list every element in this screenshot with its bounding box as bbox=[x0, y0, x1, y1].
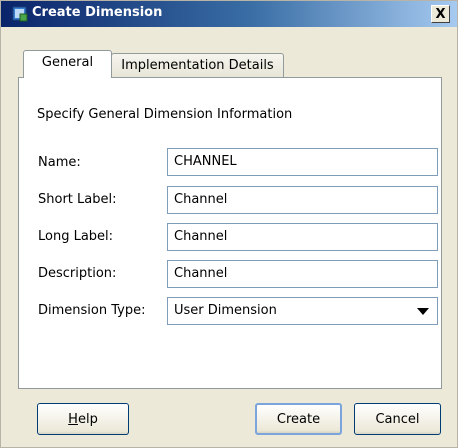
dimension-type-value: User Dimension bbox=[174, 303, 277, 318]
section-title: Specify General Dimension Information bbox=[37, 107, 293, 122]
description-label: Description: bbox=[38, 266, 117, 281]
window-title: Create Dimension bbox=[32, 5, 163, 20]
chevron-down-icon[interactable] bbox=[417, 308, 429, 315]
create-button-label: Create bbox=[276, 411, 321, 427]
create-dimension-dialog: Create Dimension X General Implementatio… bbox=[0, 0, 458, 448]
title-bar[interactable]: Create Dimension bbox=[1, 1, 457, 27]
name-label: Name: bbox=[38, 155, 81, 170]
dimension-type-select[interactable]: User Dimension bbox=[167, 297, 438, 325]
dimension-app-icon bbox=[12, 6, 28, 22]
long-label-label: Long Label: bbox=[38, 229, 114, 244]
dimension-type-label: Dimension Type: bbox=[38, 303, 146, 318]
short-label-field[interactable]: Channel bbox=[167, 186, 438, 214]
close-icon: X bbox=[435, 6, 446, 22]
help-button-label: Help bbox=[68, 411, 98, 427]
tab-general[interactable]: General bbox=[23, 50, 112, 78]
close-button[interactable]: X bbox=[431, 5, 450, 23]
short-label-label: Short Label: bbox=[38, 192, 117, 207]
name-field[interactable]: CHANNEL bbox=[167, 148, 438, 176]
cancel-button[interactable]: Cancel bbox=[354, 403, 441, 435]
cancel-button-label: Cancel bbox=[375, 411, 420, 427]
help-button[interactable]: Help bbox=[37, 403, 129, 435]
create-button[interactable]: Create bbox=[255, 403, 342, 435]
tab-implementation-details[interactable]: Implementation Details bbox=[111, 53, 284, 79]
description-field[interactable]: Channel bbox=[167, 260, 438, 288]
long-label-field[interactable]: Channel bbox=[167, 223, 438, 251]
